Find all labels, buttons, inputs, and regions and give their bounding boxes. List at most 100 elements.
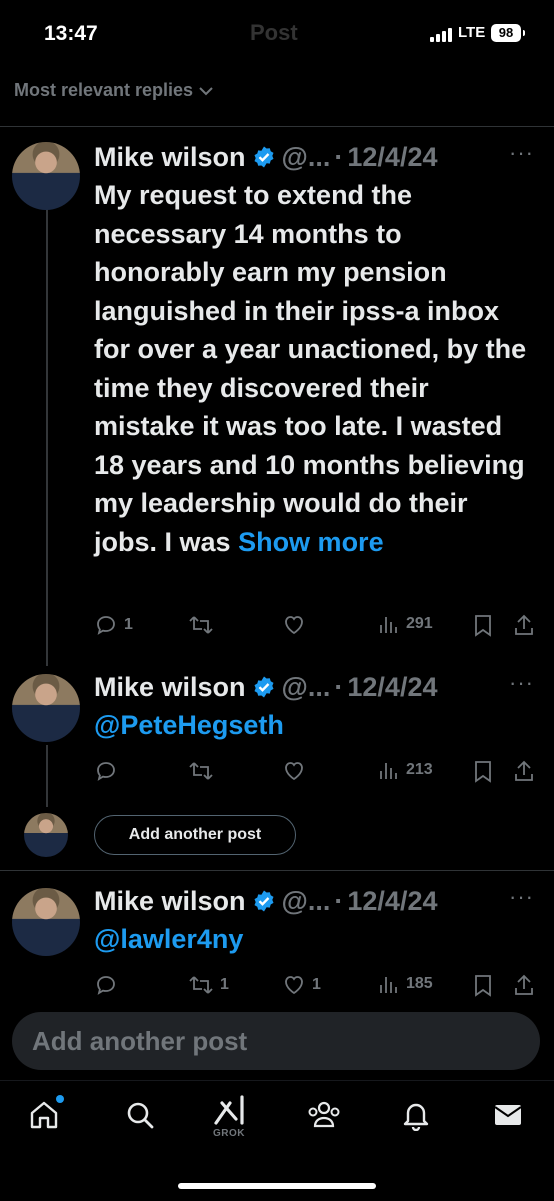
chevron-down-icon [199, 86, 213, 95]
like-button[interactable]: 1 [282, 973, 321, 997]
repost-button[interactable] [188, 613, 220, 637]
avatar[interactable] [12, 142, 80, 210]
reply-count: 1 [124, 616, 133, 633]
reply-icon [97, 762, 115, 781]
search-icon[interactable] [124, 1099, 156, 1131]
share-button[interactable] [512, 759, 536, 783]
mention-link[interactable]: @PeteHegseth [94, 710, 284, 740]
notification-dot [56, 1095, 64, 1103]
post-date[interactable]: 12/4/24 [347, 884, 437, 918]
bookmark-button[interactable] [472, 973, 494, 997]
bookmark-icon [475, 615, 491, 637]
author-handle[interactable]: @... [282, 140, 331, 174]
like-count: 1 [312, 976, 321, 993]
avatar [24, 813, 68, 857]
views-icon [380, 977, 397, 993]
like-button[interactable] [282, 759, 312, 783]
more-icon[interactable]: ··· [509, 670, 534, 696]
add-another-post-button[interactable]: Add another post [94, 815, 296, 855]
thread-line [46, 745, 48, 807]
like-icon [285, 616, 303, 635]
thread-line [46, 206, 48, 666]
more-icon[interactable]: ··· [509, 140, 534, 166]
repost-count: 1 [220, 976, 229, 993]
repost-button[interactable]: 1 [188, 973, 229, 997]
views-icon [380, 763, 397, 779]
separator-dot: · [334, 886, 344, 916]
share-icon [515, 760, 533, 781]
post-body: My request to extend the necessary 14 mo… [94, 180, 527, 557]
post-actions: 213 [94, 759, 539, 783]
post-header: Mike wilson @... · 12/4/24 [94, 670, 534, 704]
share-button[interactable] [512, 613, 536, 637]
post-actions: 1 1 185 [94, 973, 539, 997]
repost-button[interactable] [188, 759, 220, 783]
mention-link[interactable]: @lawler4ny [94, 924, 243, 954]
post-actions: 1 291 [94, 613, 539, 637]
views-button[interactable]: 213 [378, 759, 433, 781]
separator-dot: · [334, 672, 344, 702]
signal-icon [430, 28, 452, 42]
author-name[interactable]: Mike wilson [94, 884, 246, 918]
grok-icon[interactable] [212, 1093, 248, 1127]
status-time: 13:47 [44, 22, 98, 45]
bookmark-icon [475, 761, 491, 783]
author-name[interactable]: Mike wilson [94, 670, 246, 704]
network-label: LTE [458, 24, 486, 41]
reply-icon [97, 616, 115, 635]
notifications-icon[interactable] [400, 1099, 432, 1131]
avatar[interactable] [12, 674, 80, 742]
status-bar: 13:47 Post LTE 98 [0, 0, 554, 66]
separator-dot: · [334, 142, 344, 172]
author-name[interactable]: Mike wilson [94, 140, 246, 174]
reply-button[interactable]: 1 [94, 613, 133, 637]
author-handle[interactable]: @... [282, 884, 331, 918]
composer-placeholder: Add another post [32, 1026, 248, 1056]
views-button[interactable]: 185 [378, 973, 433, 995]
like-icon [285, 976, 303, 995]
grok-label: GROK [213, 1128, 245, 1139]
divider [0, 870, 554, 871]
avatar[interactable] [12, 888, 80, 956]
reply-post-2[interactable]: Mike wilson @... · 12/4/24 ··· @PeteHegs… [94, 670, 534, 745]
share-icon [515, 974, 533, 995]
like-button[interactable] [282, 613, 312, 637]
reply-post-1[interactable]: Mike wilson @... · 12/4/24 ··· My reques… [94, 140, 534, 561]
bookmark-button[interactable] [472, 613, 494, 637]
author-handle[interactable]: @... [282, 670, 331, 704]
like-icon [285, 762, 303, 781]
repost-icon [189, 762, 213, 780]
reply-sort-label: Most relevant replies [14, 80, 194, 100]
home-indicator [178, 1183, 376, 1189]
post-date[interactable]: 12/4/24 [347, 670, 437, 704]
battery-icon: 98 [491, 24, 525, 42]
share-icon [515, 614, 533, 635]
views-icon [380, 617, 397, 633]
reply-button[interactable] [94, 759, 124, 783]
views-count: 291 [406, 615, 433, 632]
reply-composer-input[interactable]: Add another post [12, 1012, 540, 1070]
post-header: Mike wilson @... · 12/4/24 [94, 884, 534, 918]
reply-post-3[interactable]: Mike wilson @... · 12/4/24 ··· @lawler4n… [94, 884, 534, 959]
home-icon[interactable] [28, 1099, 60, 1131]
communities-icon[interactable] [306, 1099, 342, 1131]
post-text: @lawler4ny [94, 920, 534, 959]
views-count: 213 [406, 761, 433, 778]
repost-icon [189, 616, 213, 634]
more-icon[interactable]: ··· [509, 884, 534, 910]
bookmark-button[interactable] [472, 759, 494, 783]
reply-sort-filter[interactable]: Most relevant replies [14, 80, 213, 101]
verified-badge-icon [254, 146, 274, 168]
reply-button[interactable] [94, 973, 124, 997]
verified-badge-icon [254, 676, 274, 698]
views-button[interactable]: 291 [378, 613, 433, 635]
post-text: My request to extend the necessary 14 mo… [94, 176, 534, 561]
verified-badge-icon [254, 890, 274, 912]
bookmark-icon [475, 975, 491, 997]
messages-icon[interactable] [492, 1099, 524, 1131]
divider [0, 126, 554, 127]
share-button[interactable] [512, 973, 536, 997]
post-date[interactable]: 12/4/24 [347, 140, 437, 174]
show-more-link[interactable]: Show more [238, 527, 384, 557]
post-text: @PeteHegseth [94, 706, 534, 745]
